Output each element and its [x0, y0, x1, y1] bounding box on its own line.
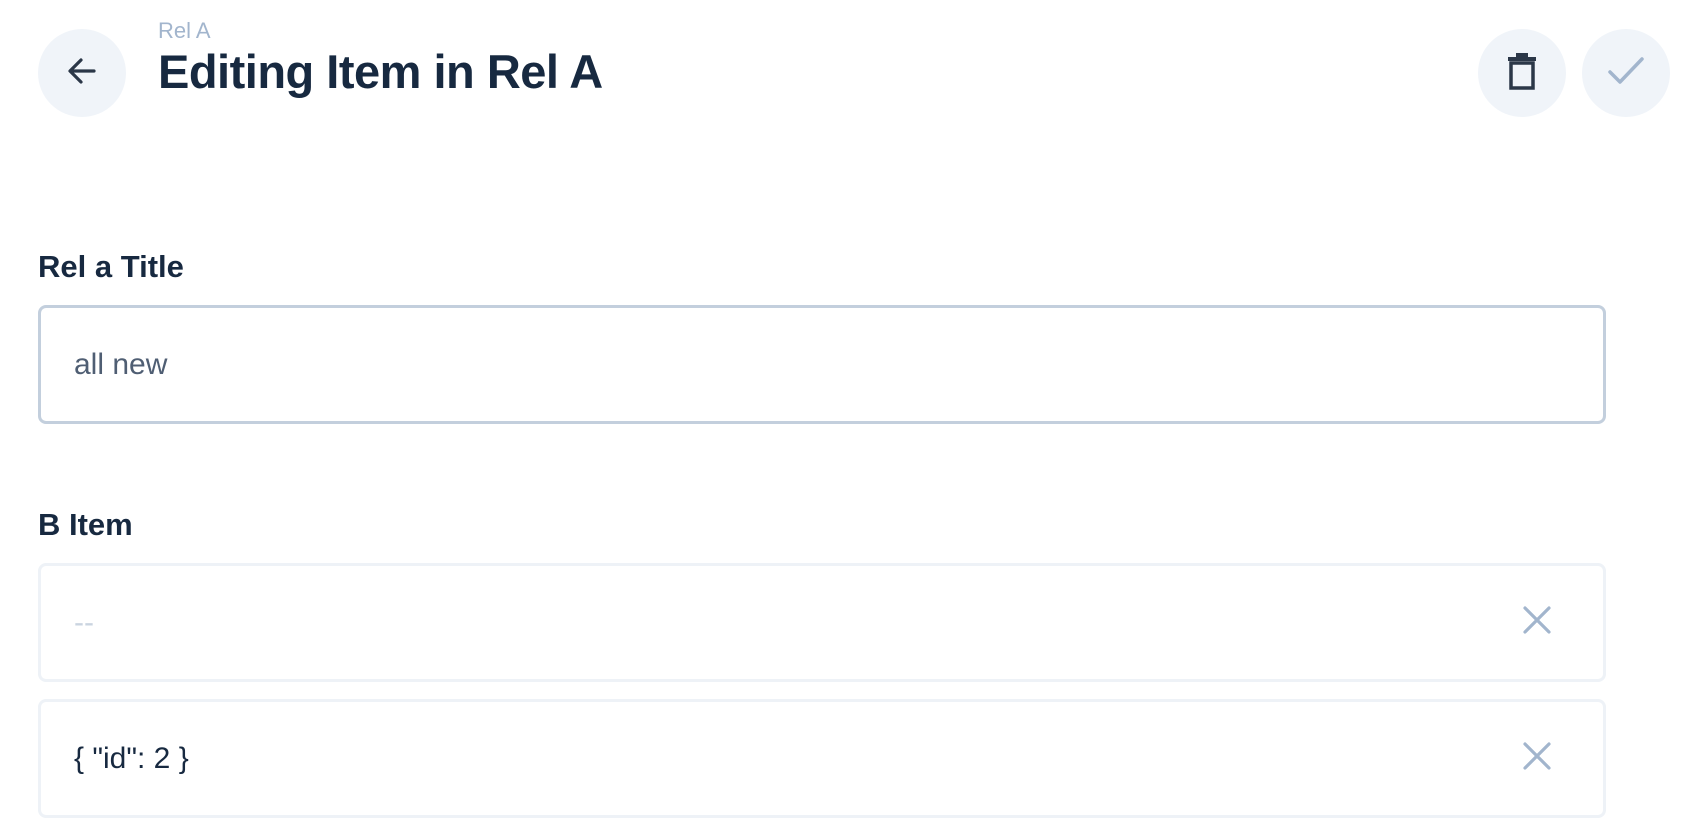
b-item-row[interactable]: --: [38, 563, 1606, 682]
rel-a-title-input[interactable]: [38, 305, 1606, 424]
b-item-empty-value: --: [74, 606, 94, 639]
close-icon: [1521, 740, 1553, 777]
b-item-value: { "id": 2 }: [74, 742, 189, 775]
close-icon: [1521, 604, 1553, 641]
trash-icon: [1505, 51, 1539, 96]
page-header: Rel A Editing Item in Rel A: [0, 0, 1688, 130]
b-item-row[interactable]: { "id": 2 }: [38, 699, 1606, 818]
back-button[interactable]: [38, 29, 126, 117]
remove-item-button[interactable]: [1517, 602, 1557, 642]
breadcrumb[interactable]: Rel A: [158, 18, 211, 44]
b-item-label: B Item: [38, 507, 133, 542]
remove-item-button[interactable]: [1517, 738, 1557, 778]
save-button[interactable]: [1582, 29, 1670, 117]
check-icon: [1606, 54, 1646, 93]
rel-a-title-label: Rel a Title: [38, 249, 184, 284]
arrow-left-icon: [64, 53, 100, 94]
page-title: Editing Item in Rel A: [158, 45, 603, 98]
delete-button[interactable]: [1478, 29, 1566, 117]
